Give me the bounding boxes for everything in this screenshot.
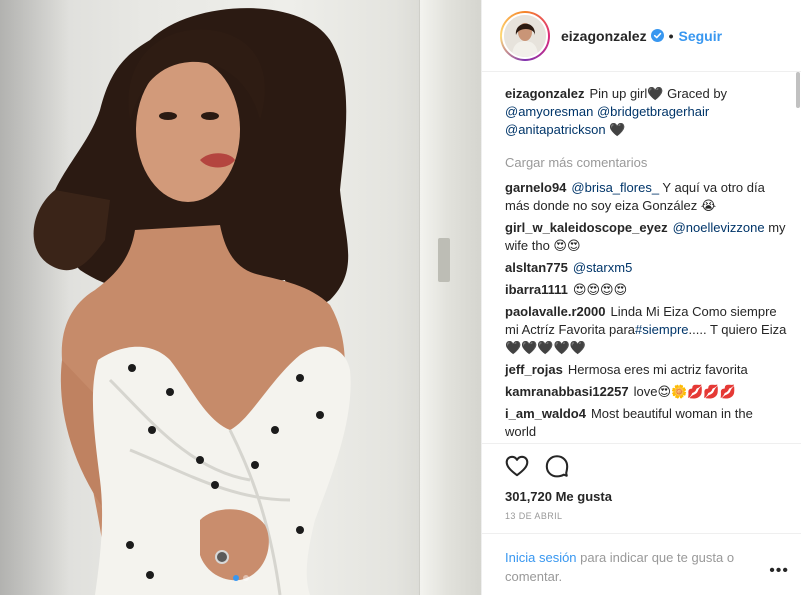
login-prompt: Inicia sesión para indicar que te gusta … xyxy=(482,533,801,595)
avatar-story-ring[interactable] xyxy=(500,10,550,61)
caption-mention[interactable]: @bridgetbragerhair xyxy=(597,104,709,119)
comment-username[interactable]: ibarra1111 xyxy=(505,282,568,297)
header-username[interactable]: eizagonzalez xyxy=(561,28,647,44)
comment-username[interactable]: jeff_rojas xyxy=(505,362,563,377)
post-sidebar: eizagonzalez • Seguir eizagonzalez Pin up… xyxy=(481,0,801,595)
caption-mention[interactable]: @anitapatrickson xyxy=(505,122,606,137)
comment: kamranabbasi12257 love😍🌼💋💋💋 xyxy=(505,383,787,401)
carousel-indicator xyxy=(0,575,481,581)
comment-text: love😍🌼💋💋💋 xyxy=(633,384,736,399)
comment: i_am_waldo4 Most beautiful woman in the w… xyxy=(505,405,787,441)
heart-icon[interactable] xyxy=(504,453,530,479)
comment-username[interactable]: alsltan775 xyxy=(505,260,568,275)
like-count[interactable]: 301,720 Me gusta xyxy=(482,487,801,507)
login-link[interactable]: Inicia sesión xyxy=(505,550,577,565)
action-bar xyxy=(482,443,801,487)
comments-scrollbar[interactable] xyxy=(795,72,801,438)
comment-mention[interactable]: @noellevizzone xyxy=(673,220,765,235)
carousel-dot-2[interactable] xyxy=(242,575,249,581)
caption-text: 🖤 xyxy=(605,122,626,137)
load-more-comments[interactable]: Cargar más comentarios xyxy=(505,155,787,170)
avatar[interactable] xyxy=(502,12,548,59)
comment-mention[interactable]: @brisa_flores_ xyxy=(571,180,659,195)
caption: eizagonzalez Pin up girl🖤 Graced by @amyo… xyxy=(505,85,787,139)
comment-username[interactable]: i_am_waldo4 xyxy=(505,406,586,421)
face xyxy=(136,58,240,202)
comment: girl_w_kaleidoscope_eyez @noellevizzone m… xyxy=(505,219,787,255)
follow-button[interactable]: Seguir xyxy=(679,28,723,44)
avatar-image xyxy=(504,14,546,57)
carousel-dot-1[interactable] xyxy=(232,575,239,581)
post-date[interactable]: 13 DE ABRIL xyxy=(482,507,801,533)
comment-hashtag[interactable]: #siempre xyxy=(635,322,688,337)
post-photo[interactable] xyxy=(0,0,481,595)
caption-text: Pin up girl🖤 Graced by xyxy=(589,86,728,101)
comment: paolavalle.r2000 Linda Mi Eiza Como siemp… xyxy=(505,303,787,357)
comment: alsltan775 @starxm5 xyxy=(505,259,787,277)
comment-text: 😍😍😍😍 xyxy=(572,282,628,297)
header-separator: • xyxy=(668,27,674,44)
comment-text: Hermosa eres mi actriz favorita xyxy=(567,362,748,377)
comment: ibarra1111 😍😍😍😍 xyxy=(505,281,787,299)
comment: jeff_rojas Hermosa eres mi actriz favorit… xyxy=(505,361,787,379)
comment-username[interactable]: garnelo94 xyxy=(505,180,566,195)
instagram-post: eizagonzalez • Seguir eizagonzalez Pin up… xyxy=(0,0,801,595)
comment-mention[interactable]: @starxm5 xyxy=(573,260,632,275)
more-options-icon[interactable]: ••• xyxy=(769,561,789,580)
comment-username[interactable]: paolavalle.r2000 xyxy=(505,304,605,319)
caption-username[interactable]: eizagonzalez xyxy=(505,86,584,101)
right-eye xyxy=(201,112,219,120)
comment: garnelo94 @brisa_flores_ Y aquí va otro d… xyxy=(505,179,787,215)
scrollbar-thumb[interactable] xyxy=(796,72,800,108)
comment-username[interactable]: girl_w_kaleidoscope_eyez xyxy=(505,220,668,235)
comment-icon[interactable] xyxy=(544,453,570,479)
verified-badge-icon xyxy=(650,29,664,42)
photo-illustration xyxy=(33,8,351,595)
comments-list[interactable]: eizagonzalez Pin up girl🖤 Graced by @amyo… xyxy=(482,72,801,443)
ring xyxy=(215,550,229,564)
comment-username[interactable]: kamranabbasi12257 xyxy=(505,384,629,399)
caption-mention[interactable]: @amyoresman xyxy=(505,104,593,119)
post-header: eizagonzalez • Seguir xyxy=(482,0,801,72)
left-eye xyxy=(159,112,177,120)
